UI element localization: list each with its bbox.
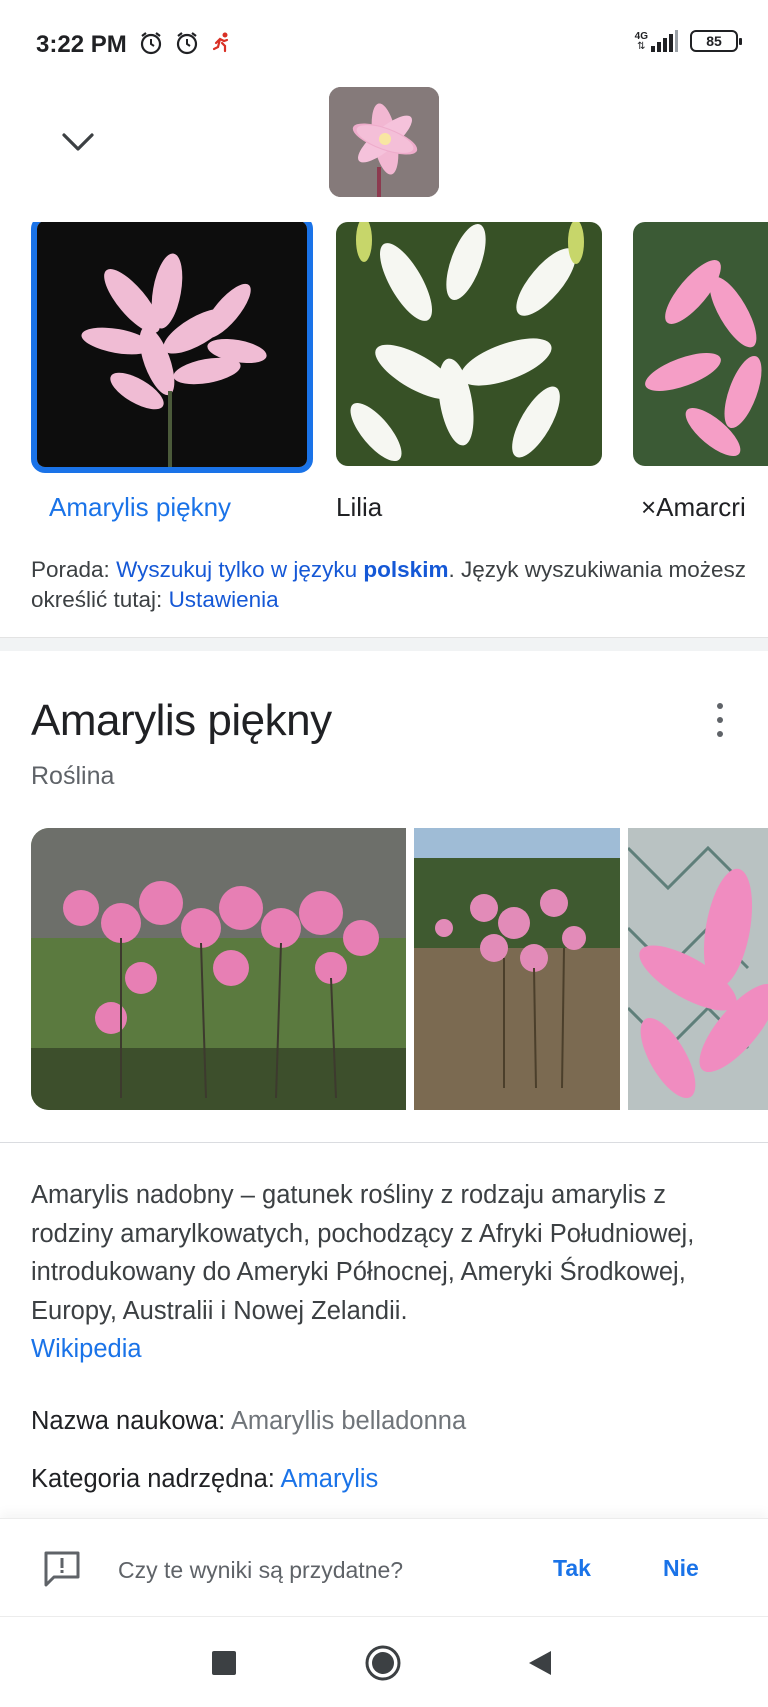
network-type: 4G ⇅ xyxy=(635,30,678,52)
feedback-question: Czy te wyniki są przydatne? xyxy=(118,1557,404,1583)
battery-icon: 85 xyxy=(690,30,742,52)
section-divider xyxy=(0,637,768,651)
circle-icon xyxy=(365,1645,401,1681)
feedback-icon xyxy=(44,1551,80,1587)
feedback-no-button[interactable]: Nie xyxy=(663,1555,699,1582)
more-options-button[interactable] xyxy=(708,703,732,737)
fact-scientific-name: Nazwa naukowa: Amaryllis belladonna xyxy=(31,1407,466,1436)
search-polish-link[interactable]: Wyszukuj tylko w języku polskim xyxy=(116,557,448,582)
navigation-bar xyxy=(0,1616,768,1707)
panel-image-2[interactable] xyxy=(414,828,620,1110)
description-text: Amarylis nadobny – gatunek rośliny z rod… xyxy=(31,1181,695,1325)
more-vert-icon xyxy=(717,703,723,709)
feedback-yes-button[interactable]: Tak xyxy=(553,1555,591,1582)
back-triangle-icon xyxy=(529,1651,551,1675)
query-image[interactable] xyxy=(329,87,439,197)
carousel-image-amarylis xyxy=(31,222,313,473)
alarm-icon xyxy=(140,32,162,55)
status-system-icons: 4G ⇅ 85 xyxy=(635,30,742,52)
square-icon xyxy=(212,1651,236,1675)
settings-link[interactable]: Ustawienia xyxy=(169,587,279,612)
carousel-label[interactable]: Amarylis piękny xyxy=(39,492,309,523)
status-time: 3:22 PM xyxy=(36,31,127,58)
signal-icon xyxy=(651,30,678,52)
knowledge-panel-images[interactable] xyxy=(31,828,768,1110)
chevron-down-icon xyxy=(62,133,94,151)
pink-lily-image xyxy=(329,87,439,197)
recents-button[interactable] xyxy=(204,1643,244,1683)
back-button[interactable] xyxy=(520,1643,560,1683)
amarylis-link[interactable]: Amarylis xyxy=(281,1465,379,1493)
carousel-card-lilia[interactable]: Lilia xyxy=(336,222,606,523)
related-entities-carousel[interactable]: Amarylis piękny Lilia ×Amarcri xyxy=(0,222,768,532)
fact-label: Kategoria nadrzędna: xyxy=(31,1465,281,1493)
home-button[interactable] xyxy=(363,1643,403,1683)
language-tip: Porada: Wyszukuj tylko w języku polskim.… xyxy=(31,555,751,615)
panel-image-3[interactable] xyxy=(628,828,768,1110)
fitness-running-icon xyxy=(212,32,229,53)
panel-image-1[interactable] xyxy=(31,828,406,1110)
carousel-card-amarylis[interactable]: Amarylis piękny xyxy=(31,222,313,523)
carousel-image-amarcrinum xyxy=(633,222,768,466)
fact-parent-category: Kategoria nadrzędna: Amarylis xyxy=(31,1465,378,1494)
carousel-label[interactable]: Lilia xyxy=(336,492,606,523)
alarm-icon xyxy=(176,32,198,55)
feedback-bar: Czy te wyniki są przydatne? Tak Nie xyxy=(0,1518,768,1616)
knowledge-panel-title: Amarylis piękny xyxy=(31,696,332,745)
knowledge-panel-subtitle: Roślina xyxy=(31,762,115,790)
data-arrows-icon: ⇅ xyxy=(637,41,646,52)
status-notification-icons xyxy=(138,30,234,56)
knowledge-panel-description: Amarylis nadobny – gatunek rośliny z rod… xyxy=(31,1176,751,1369)
carousel-image-lilia xyxy=(336,222,602,466)
fact-value: Amaryllis belladonna xyxy=(230,1407,467,1435)
tip-prefix: Porada: xyxy=(31,557,117,582)
fact-label: Nazwa naukowa: xyxy=(31,1407,231,1435)
status-bar: 3:22 PM 4G ⇅ 85 xyxy=(0,0,768,92)
divider xyxy=(0,1142,768,1143)
wikipedia-link[interactable]: Wikipedia xyxy=(31,1335,142,1363)
carousel-card-amarcrinum[interactable]: ×Amarcri xyxy=(633,222,768,523)
collapse-button[interactable] xyxy=(58,122,98,162)
carousel-label[interactable]: ×Amarcri xyxy=(641,492,768,523)
